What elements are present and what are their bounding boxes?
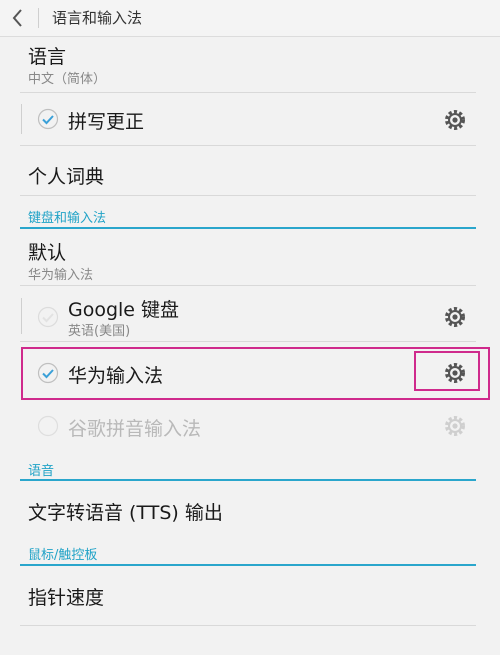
page-title: 语言和输入法 (52, 9, 143, 27)
google-keyboard-subtitle: 英语(美国) (68, 324, 131, 339)
divider (20, 92, 476, 93)
divider (20, 285, 476, 286)
google-pinyin-label: 谷歌拼音输入法 (68, 418, 202, 440)
default-input-label[interactable]: 默认 (28, 238, 66, 265)
row-indent-line (21, 104, 22, 134)
divider (20, 145, 476, 146)
google-pinyin-settings-gear-icon (443, 414, 467, 438)
tts-output-item[interactable]: 文字转语音 (TTS) 输出 (28, 498, 223, 525)
section-underline (20, 227, 476, 229)
google-keyboard-label[interactable]: Google 键盘 (68, 295, 179, 322)
divider (20, 195, 476, 196)
language-label: 语言 (28, 46, 67, 68)
personal-dictionary-item[interactable]: 个人词典 (28, 162, 104, 189)
google-pinyin-checkbox (37, 415, 59, 437)
section-header-speech: 语音 (28, 464, 55, 479)
row-indent-line (21, 298, 22, 334)
spellcheck-checkbox[interactable] (37, 108, 59, 130)
google-keyboard-checkbox[interactable] (37, 306, 59, 328)
section-underline (20, 479, 476, 481)
highlight-box-huawei-gear (414, 351, 480, 391)
divider (20, 341, 476, 342)
spellcheck-label[interactable]: 拼写更正 (68, 107, 144, 134)
default-input-value: 华为输入法 (28, 268, 94, 283)
google-keyboard-settings-gear-icon[interactable] (443, 305, 467, 329)
section-underline (20, 564, 476, 566)
spellcheck-settings-gear-icon[interactable] (443, 108, 467, 132)
language-value: 中文（简体） (28, 72, 107, 87)
header-separator (38, 8, 39, 28)
pointer-speed-item[interactable]: 指针速度 (28, 583, 104, 610)
divider (20, 625, 476, 626)
back-icon[interactable] (8, 7, 28, 29)
section-header-pointer: 鼠标/触控板 (28, 548, 98, 563)
section-header-keyboard: 键盘和输入法 (28, 211, 107, 226)
